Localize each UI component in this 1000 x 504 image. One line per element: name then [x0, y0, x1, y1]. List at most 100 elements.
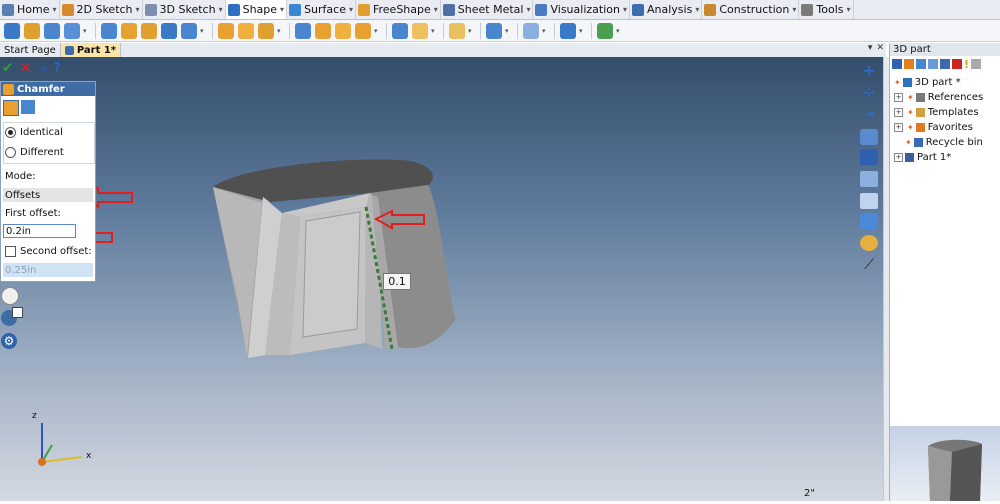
chevron-down-icon[interactable]: ▾ [219, 5, 223, 14]
toolbar-tool-icon[interactable] [392, 22, 408, 39]
measure-icon[interactable]: ⟋ [860, 257, 878, 273]
mode-select[interactable]: Offsets [3, 188, 93, 202]
toolbar-tool-icon[interactable] [355, 22, 371, 39]
ribbon-tab-sheet-metal[interactable]: Sheet Metal ▾ [441, 0, 534, 19]
tree-expander-icon[interactable]: + [894, 153, 903, 162]
tree-item[interactable]: + ✦ Templates [894, 107, 979, 118]
tab-start-page[interactable]: Start Page [0, 43, 61, 57]
toolbar-tool-icon[interactable] [121, 22, 137, 39]
tree-tool-icon[interactable] [904, 59, 914, 69]
tree-expander-icon[interactable]: + [894, 123, 903, 132]
chevron-down-icon[interactable]: ▾ [468, 23, 476, 39]
toolbar-tool-icon[interactable] [181, 22, 197, 39]
add-icon[interactable]: + [860, 63, 878, 79]
chamfer-edge-icon[interactable] [3, 100, 19, 116]
view-grid-icon[interactable] [860, 149, 878, 165]
tree-item[interactable]: ✦ Recycle bin [894, 137, 983, 148]
ribbon-tab-analysis[interactable]: Analysis ▾ [630, 0, 703, 19]
ribbon-tab-construction[interactable]: Construction ▾ [702, 0, 800, 19]
toolbar-tool-icon[interactable] [597, 22, 613, 39]
toolbar-tool-icon[interactable] [24, 22, 40, 39]
toolbar-tool-icon[interactable] [258, 22, 274, 39]
option-different[interactable]: Different [5, 147, 64, 158]
tree-tool-icon[interactable] [940, 59, 950, 69]
ribbon-tab-surface[interactable]: Surface ▾ [287, 0, 356, 19]
zoom-icon[interactable] [860, 171, 878, 187]
anchor-icon[interactable]: ⇥ [860, 107, 878, 123]
chevron-down-icon[interactable]: ▾ [374, 23, 382, 39]
chevron-down-icon[interactable]: ▾ [792, 5, 796, 14]
toolbar-tool-icon[interactable] [412, 22, 428, 39]
chevron-down-icon[interactable]: ▾ [526, 5, 530, 14]
chevron-down-icon[interactable]: ▾ [695, 5, 699, 14]
ribbon-tab-freeshape[interactable]: FreeShape ▾ [356, 0, 441, 19]
small-box-icon[interactable] [12, 307, 23, 318]
chevron-down-icon[interactable]: ▾ [431, 23, 439, 39]
dimension-label[interactable]: 0.1 [383, 273, 411, 290]
cancel-icon[interactable]: ✕ [20, 60, 32, 76]
second-offset-checkbox[interactable] [5, 246, 16, 257]
toolbar-tool-icon[interactable] [449, 22, 465, 39]
chamfer-vertex-icon[interactable] [21, 100, 35, 114]
ribbon-tab-shape[interactable]: Shape ▾ [225, 0, 288, 19]
cube-view-icon[interactable] [860, 213, 878, 229]
toolbar-tool-icon[interactable] [295, 22, 311, 39]
toolbar-tool-icon[interactable] [523, 22, 539, 39]
toolbar-tool-icon[interactable] [335, 22, 351, 39]
first-offset-input[interactable]: 0.2in [3, 224, 76, 238]
tree-item[interactable]: + ✦ References [894, 92, 983, 103]
chevron-down-icon[interactable]: ▾ [505, 23, 513, 39]
toolbar-tool-icon[interactable] [44, 22, 60, 39]
chevron-down-icon[interactable]: ▾ [434, 5, 438, 14]
chevron-down-icon[interactable]: ▾ [200, 23, 208, 39]
close-icon[interactable]: ✕ [876, 43, 884, 53]
toolbar-tool-icon[interactable] [238, 22, 254, 39]
second-offset-input[interactable]: 0.25in [3, 263, 93, 277]
tree-item[interactable]: ✦ 3D part * [894, 77, 961, 88]
link-icon[interactable] [860, 129, 878, 145]
chevron-down-icon[interactable]: ▾ [83, 23, 91, 39]
move-icon[interactable]: ⊹ [860, 85, 878, 101]
settings-icon[interactable]: ⚙ [1, 333, 17, 349]
zoom-fit-icon[interactable] [860, 193, 878, 209]
chevron-down-icon[interactable]: ▾ [136, 5, 140, 14]
ribbon-tab-visualization[interactable]: Visualization ▾ [533, 0, 630, 19]
option-identical[interactable]: Identical [5, 127, 63, 138]
toolbar-tool-icon[interactable] [64, 22, 80, 39]
radio-identical[interactable] [5, 127, 16, 138]
palette-icon[interactable] [860, 235, 878, 251]
toolbar-tool-icon[interactable] [4, 22, 20, 39]
chevron-down-icon[interactable]: ▾ [579, 23, 587, 39]
preview-pane[interactable] [890, 426, 1000, 501]
tab-part-1[interactable]: Part 1* [60, 43, 122, 57]
tree-item[interactable]: + Part 1* [894, 152, 951, 163]
ribbon-tab-3d-sketch[interactable]: 3D Sketch ▾ [143, 0, 226, 19]
radio-different[interactable] [5, 147, 16, 158]
toolbar-tool-icon[interactable] [486, 22, 502, 39]
toolbar-tool-icon[interactable] [315, 22, 331, 39]
chevron-down-icon[interactable]: ▾ [52, 5, 56, 14]
toolbar-tool-icon[interactable] [141, 22, 157, 39]
tree-expander-icon[interactable]: + [894, 93, 903, 102]
chevron-down-icon[interactable]: ▾ [542, 23, 550, 39]
chevron-down-icon[interactable]: ▾ [277, 23, 285, 39]
pin-dropdown-icon[interactable]: ▾ [868, 43, 873, 53]
pin-icon[interactable]: ⇾ [37, 61, 47, 75]
tree-tool-icon[interactable] [916, 59, 926, 69]
chevron-down-icon[interactable]: ▾ [616, 23, 624, 39]
tree-item[interactable]: + ✦ Favorites [894, 122, 973, 133]
chevron-down-icon[interactable]: ▾ [280, 5, 284, 14]
chevron-down-icon[interactable]: ▾ [349, 5, 353, 14]
toolbar-tool-icon[interactable] [101, 22, 117, 39]
toolbar-tool-icon[interactable] [560, 22, 576, 39]
hide-panel-icon[interactable] [1, 287, 19, 305]
tree-tool-icon[interactable] [928, 59, 938, 69]
ok-icon[interactable]: ✔ [2, 60, 14, 76]
chevron-down-icon[interactable]: ▾ [623, 5, 627, 14]
tree-expander-icon[interactable] [894, 139, 901, 146]
warning-icon[interactable]: ! [964, 58, 969, 71]
tree-tool-icon[interactable] [892, 59, 902, 69]
help-icon[interactable]: ? [54, 61, 62, 76]
toolbar-tool-icon[interactable] [218, 22, 234, 39]
chevron-down-icon[interactable]: ▾ [847, 5, 851, 14]
